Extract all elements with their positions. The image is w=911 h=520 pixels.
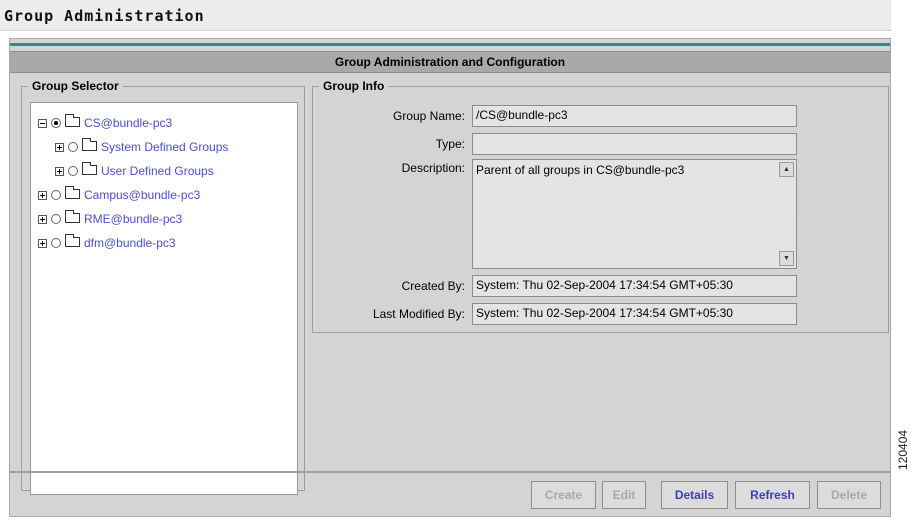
radio-icon[interactable] — [68, 166, 78, 176]
description-textarea[interactable]: Parent of all groups in CS@bundle-pc3 ▲ … — [472, 159, 797, 269]
open-folder-icon — [65, 113, 80, 127]
folder-icon — [82, 161, 97, 175]
figure-number: 120404 — [896, 429, 910, 470]
radio-icon[interactable] — [51, 238, 61, 248]
group-info-legend: Group Info — [323, 79, 385, 93]
group-tree[interactable]: CS@bundle-pc3 System Defined Groups User… — [30, 102, 298, 495]
page-title: Group Administration — [4, 7, 205, 25]
tree-node-label[interactable]: User Defined Groups — [101, 164, 214, 178]
folder-icon — [65, 185, 80, 199]
description-label: Description: — [401, 161, 465, 175]
type-field[interactable] — [472, 133, 797, 155]
edit-button[interactable]: Edit — [602, 481, 646, 509]
created-by-field[interactable]: System: Thu 02-Sep-2004 17:34:54 GMT+05:… — [472, 275, 797, 297]
details-button[interactable]: Details — [661, 481, 728, 509]
description-text: Parent of all groups in CS@bundle-pc3 — [476, 163, 685, 177]
group-name-field[interactable]: /CS@bundle-pc3 — [472, 105, 797, 127]
tree-node-user-defined[interactable]: User Defined Groups — [55, 161, 214, 179]
tree-node-cs[interactable]: CS@bundle-pc3 — [38, 113, 172, 131]
tree-node-campus[interactable]: Campus@bundle-pc3 — [38, 185, 200, 203]
group-selector-legend: Group Selector — [32, 79, 119, 93]
page-header: Group Administration — [0, 0, 891, 31]
create-button[interactable]: Create — [531, 481, 596, 509]
footer-divider — [10, 471, 890, 473]
folder-icon — [82, 137, 97, 151]
group-info-panel: Group Info Group Name: /CS@bundle-pc3 Ty… — [312, 79, 889, 333]
header-divider — [10, 43, 890, 46]
description-scrollbar[interactable]: ▲ ▼ — [779, 162, 794, 266]
tree-node-label[interactable]: System Defined Groups — [101, 140, 228, 154]
created-by-label: Created By: — [401, 279, 465, 293]
expand-icon[interactable] — [38, 214, 47, 224]
folder-icon — [65, 209, 80, 223]
expand-icon[interactable] — [55, 166, 64, 176]
tree-node-dfm[interactable]: dfm@bundle-pc3 — [38, 233, 176, 251]
type-label: Type: — [435, 137, 465, 151]
expand-icon[interactable] — [38, 190, 47, 200]
tree-node-label[interactable]: CS@bundle-pc3 — [84, 116, 172, 130]
last-modified-by-field[interactable]: System: Thu 02-Sep-2004 17:34:54 GMT+05:… — [472, 303, 797, 325]
collapse-icon[interactable] — [38, 118, 47, 128]
radio-selected-icon[interactable] — [51, 118, 61, 128]
group-name-label: Group Name: — [392, 109, 465, 123]
tree-node-label[interactable]: RME@bundle-pc3 — [84, 212, 182, 226]
tree-node-rme[interactable]: RME@bundle-pc3 — [38, 209, 182, 227]
scroll-up-icon[interactable]: ▲ — [779, 162, 794, 177]
tree-node-label[interactable]: Campus@bundle-pc3 — [84, 188, 200, 202]
scroll-down-icon[interactable]: ▼ — [779, 251, 794, 266]
radio-icon[interactable] — [51, 214, 61, 224]
expand-icon[interactable] — [55, 142, 64, 152]
radio-icon[interactable] — [51, 190, 61, 200]
refresh-button[interactable]: Refresh — [735, 481, 810, 509]
folder-icon — [65, 233, 80, 247]
group-selector-panel: Group Selector CS@bundle-pc3 System Defi… — [21, 79, 305, 495]
tree-node-system-defined[interactable]: System Defined Groups — [55, 137, 228, 155]
delete-button[interactable]: Delete — [817, 481, 881, 509]
app-frame: Group Administration and Configuration G… — [9, 38, 891, 517]
expand-icon[interactable] — [38, 238, 47, 248]
radio-icon[interactable] — [68, 142, 78, 152]
tree-node-label[interactable]: dfm@bundle-pc3 — [84, 236, 176, 250]
config-banner: Group Administration and Configuration — [10, 51, 890, 73]
last-modified-by-label: Last Modified By: — [372, 307, 465, 321]
